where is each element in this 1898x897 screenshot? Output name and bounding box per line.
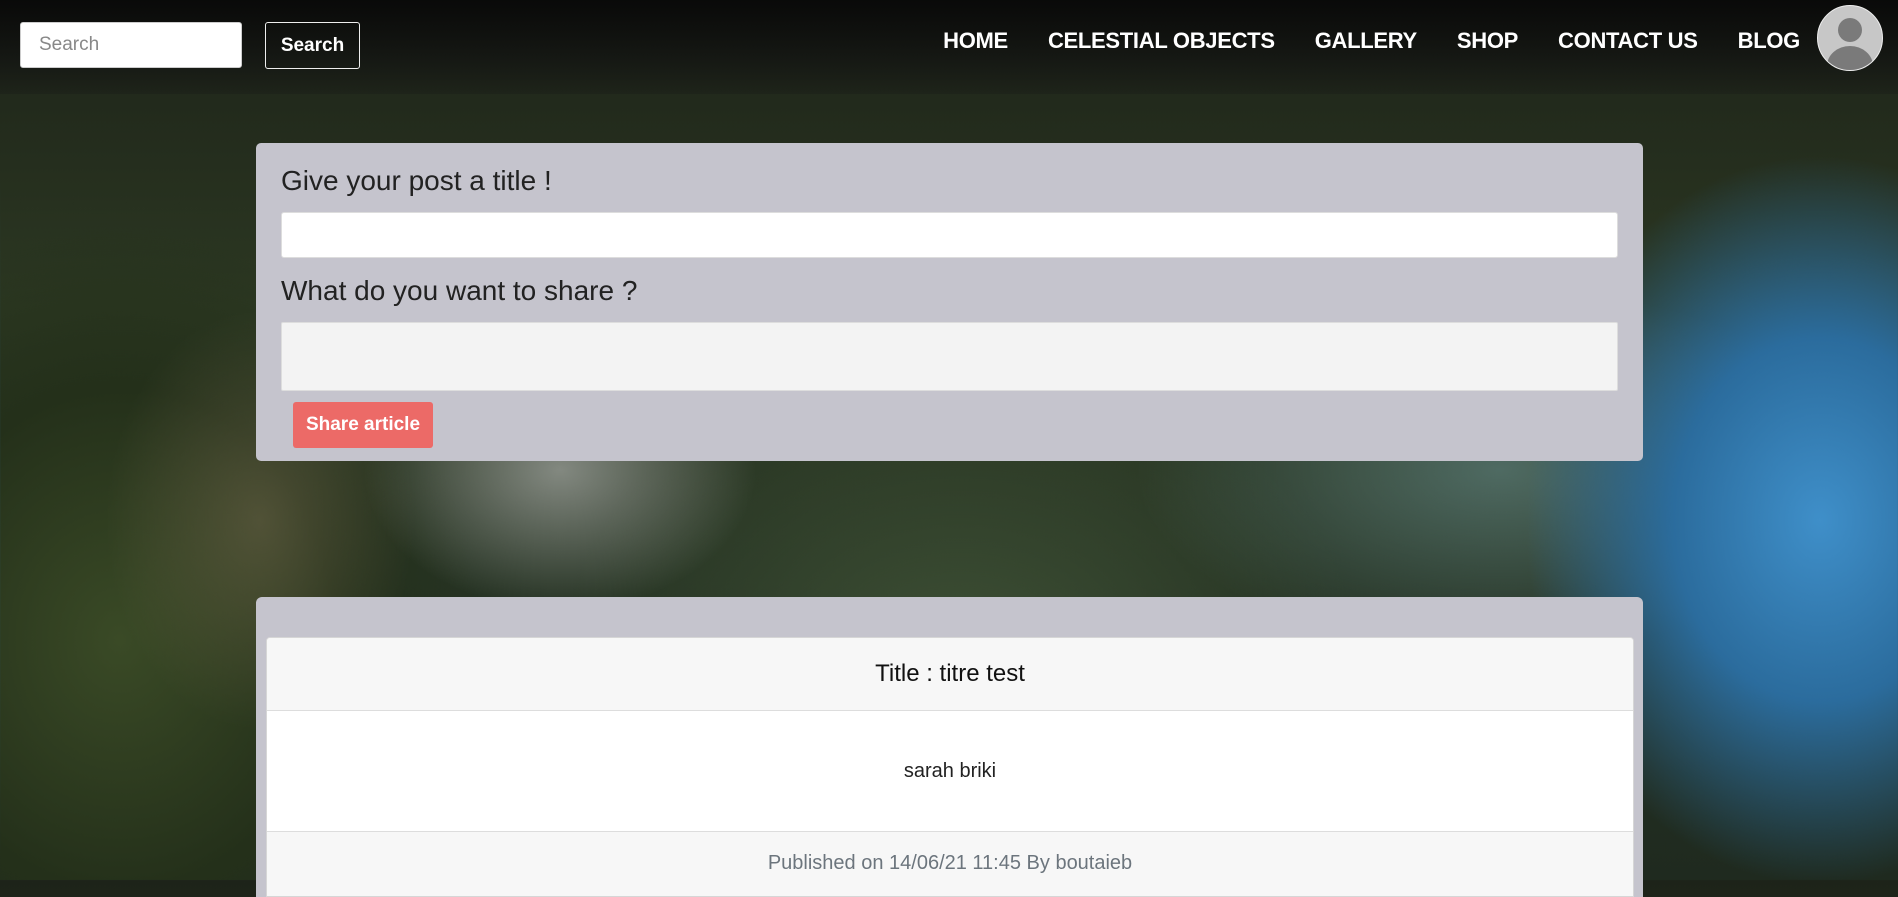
post-footer: Published on 14/06/21 11:45 By boutaieb xyxy=(267,832,1633,896)
post-card: Title : titre test sarah briki Published… xyxy=(266,637,1634,897)
post-title: Title : titre test xyxy=(267,638,1633,711)
post-title-input[interactable] xyxy=(281,212,1618,258)
avatar-head-shape xyxy=(1838,18,1862,42)
new-post-form: Give your post a title ! What do you wan… xyxy=(256,143,1643,461)
nav-item-gallery[interactable]: GALLERY xyxy=(1315,28,1418,54)
avatar-body-shape xyxy=(1827,46,1873,70)
nav-item-celestial-objects[interactable]: CELESTIAL OBJECTS xyxy=(1048,28,1275,54)
nav-item-shop[interactable]: SHOP xyxy=(1457,28,1518,54)
nav-item-blog[interactable]: BLOG xyxy=(1738,28,1801,54)
post-list: Title : titre test sarah briki Published… xyxy=(256,597,1643,897)
user-avatar-icon[interactable] xyxy=(1817,5,1883,71)
post-title-label: Give your post a title ! xyxy=(281,165,552,196)
top-navigation-bar: Search HOME CELESTIAL OBJECTS GALLERY SH… xyxy=(0,0,1898,94)
post-content-label: What do you want to share ? xyxy=(281,275,638,306)
nav-item-home[interactable]: HOME xyxy=(943,28,1008,54)
main-nav: HOME CELESTIAL OBJECTS GALLERY SHOP CONT… xyxy=(943,28,1800,54)
post-content-textarea[interactable] xyxy=(281,322,1618,391)
share-article-button[interactable]: Share article xyxy=(293,402,433,448)
nav-item-contact-us[interactable]: CONTACT US xyxy=(1558,28,1698,54)
search-input[interactable] xyxy=(20,22,242,68)
post-body: sarah briki xyxy=(267,711,1633,832)
search-button[interactable]: Search xyxy=(265,22,360,69)
